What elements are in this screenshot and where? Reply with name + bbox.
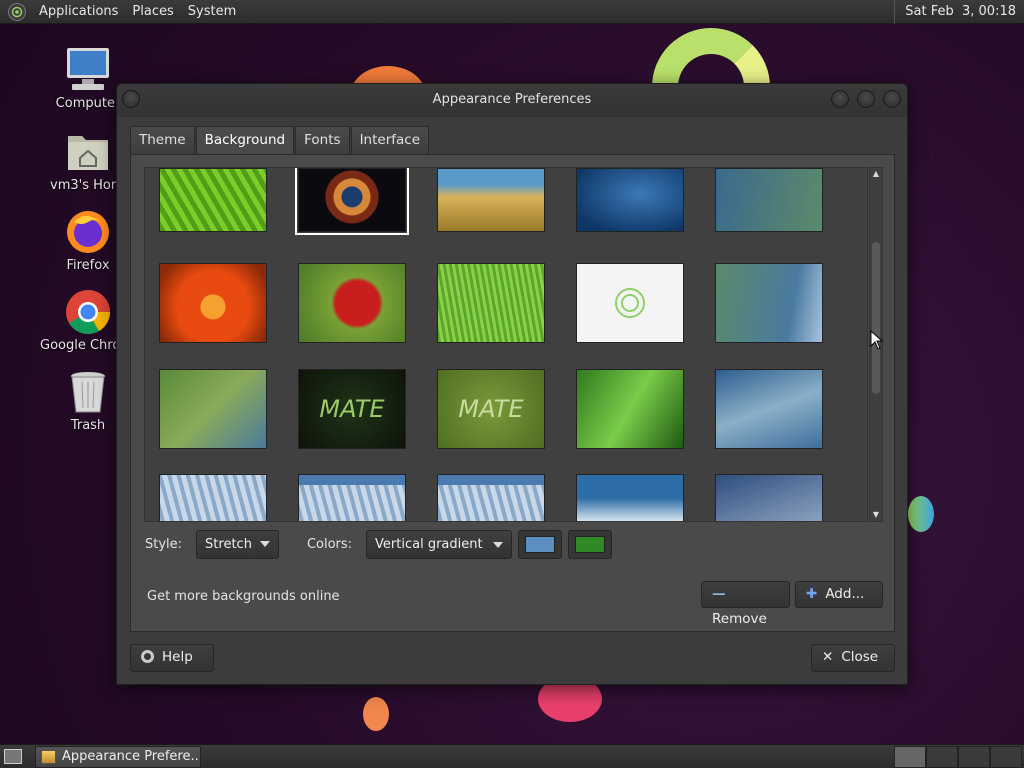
top-panel: Applications Places System Sat Feb 3, 00…	[0, 0, 1024, 24]
thumbnail-green-leaf[interactable]	[159, 168, 267, 232]
workspace-2[interactable]	[926, 746, 958, 768]
home-folder-icon	[64, 128, 112, 176]
thumbnail-mate-dark[interactable]: MATE	[298, 369, 406, 449]
maximize-button[interactable]	[857, 90, 875, 108]
mouse-cursor-icon	[870, 330, 884, 350]
menu-applications[interactable]: Applications	[32, 0, 125, 24]
thumbnail-mate-green[interactable]: MATE	[437, 369, 545, 449]
menu-system[interactable]: System	[181, 0, 243, 24]
workspace-4[interactable]	[990, 746, 1022, 768]
tab-fonts[interactable]: Fonts	[295, 126, 350, 154]
get-more-backgrounds-link[interactable]: Get more backgrounds online	[147, 589, 340, 604]
appearance-preferences-window: Appearance Preferences Theme Background …	[116, 83, 908, 685]
thumbnail-mate-logo-white[interactable]	[576, 263, 684, 343]
chevron-down-icon	[259, 541, 270, 547]
colors-label: Colors:	[306, 536, 353, 552]
window-content: Theme Background Fonts Interface MATE MA…	[130, 126, 895, 634]
window-title: Appearance Preferences	[432, 92, 592, 107]
remove-button[interactable]: — Remove	[701, 581, 790, 627]
chevron-down-icon	[493, 541, 504, 548]
workspace-1[interactable]	[894, 746, 926, 768]
help-label: Help	[162, 649, 193, 665]
scrollbar-thumb[interactable]	[872, 242, 880, 394]
wallpaper-blob-blue	[908, 496, 934, 532]
thumbnail-blue-haze[interactable]	[715, 474, 823, 521]
appearance-app-icon	[41, 750, 56, 764]
tab-bar: Theme Background Fonts Interface	[130, 126, 430, 155]
add-label: Add...	[825, 586, 865, 602]
thumbnail-nebula[interactable]	[295, 168, 409, 235]
tab-interface[interactable]: Interface	[350, 126, 430, 154]
thumbnail-orange-flower[interactable]	[159, 263, 267, 343]
menu-places[interactable]: Places	[125, 0, 180, 24]
thumbnail-ladybug[interactable]	[159, 369, 267, 449]
trash-icon	[64, 368, 112, 416]
scroll-up-icon[interactable]: ▲	[870, 168, 882, 180]
add-button[interactable]: ✚ Add...	[795, 581, 883, 608]
colors-value: Vertical gradient	[375, 536, 483, 552]
plus-icon: ✚	[806, 586, 818, 602]
primary-color-swatch	[525, 535, 556, 553]
thumbnail-teal-gradient-2[interactable]	[715, 263, 823, 343]
bottom-panel: Appearance Prefere...	[0, 744, 1024, 768]
thumbnail-blue-water[interactable]	[576, 168, 684, 232]
mate-wordmark: MATE	[319, 395, 385, 423]
mate-menu-icon[interactable]	[8, 2, 26, 21]
close-label: Close	[841, 649, 879, 665]
firefox-icon	[64, 208, 112, 256]
thumbnail-grass[interactable]	[437, 263, 545, 343]
style-label: Style:	[145, 536, 183, 552]
wallpaper-blob-small-orange	[363, 697, 389, 731]
close-icon: ✕	[822, 649, 834, 665]
thumbnail-red-flower[interactable]	[298, 263, 406, 343]
workspace-3[interactable]	[958, 746, 990, 768]
style-value: Stretch	[205, 536, 252, 552]
show-desktop-icon[interactable]	[4, 749, 22, 764]
taskbar-appearance-preferences[interactable]: Appearance Prefere...	[35, 746, 201, 768]
help-button[interactable]: Help	[130, 644, 214, 672]
tab-background[interactable]: Background	[195, 126, 295, 155]
style-dropdown[interactable]: Stretch	[196, 529, 279, 559]
tab-theme[interactable]: Theme	[130, 126, 195, 154]
window-titlebar[interactable]: Appearance Preferences	[117, 84, 907, 117]
chrome-icon	[64, 288, 112, 336]
secondary-color-button[interactable]	[568, 529, 613, 559]
thumbnail-dune-grass[interactable]	[437, 168, 545, 232]
mate-logo-icon	[615, 288, 645, 318]
computer-icon	[64, 46, 112, 94]
remove-label: Remove	[712, 611, 767, 627]
thumbnail-blue-waves[interactable]	[715, 369, 823, 449]
thumbnail-snow-hills[interactable]	[576, 474, 684, 521]
panel-clock[interactable]: Sat Feb 3, 00:18	[894, 0, 1024, 24]
colors-dropdown[interactable]: Vertical gradient	[366, 529, 513, 559]
taskbar-task-label: Appearance Prefere...	[62, 749, 201, 764]
minimize-button[interactable]	[831, 90, 849, 108]
thumbnail-green-leaves[interactable]	[576, 369, 684, 449]
scroll-down-icon[interactable]: ▼	[870, 509, 882, 521]
primary-color-button[interactable]	[518, 529, 563, 559]
minus-icon: —	[712, 586, 726, 602]
secondary-color-swatch	[575, 535, 606, 553]
background-gallery[interactable]: MATE MATE	[144, 167, 868, 522]
thumbnail-frost-2[interactable]	[298, 474, 406, 521]
close-window-button[interactable]	[883, 90, 901, 108]
workspace-switcher[interactable]	[894, 746, 1024, 768]
thumbnail-frost-1[interactable]	[159, 474, 267, 521]
close-button[interactable]: ✕ Close	[811, 644, 895, 672]
thumbnail-teal-gradient-1[interactable]	[715, 168, 823, 232]
thumbnail-frost-3[interactable]	[437, 474, 545, 521]
style-colors-row: Style: Stretch Colors: Vertical gradient	[145, 529, 613, 559]
help-icon	[141, 650, 154, 663]
mate-wordmark: MATE	[458, 395, 524, 423]
background-tab-panel: MATE MATE ▲ ▼ Style: Stretch Colors: Ver…	[130, 154, 895, 632]
